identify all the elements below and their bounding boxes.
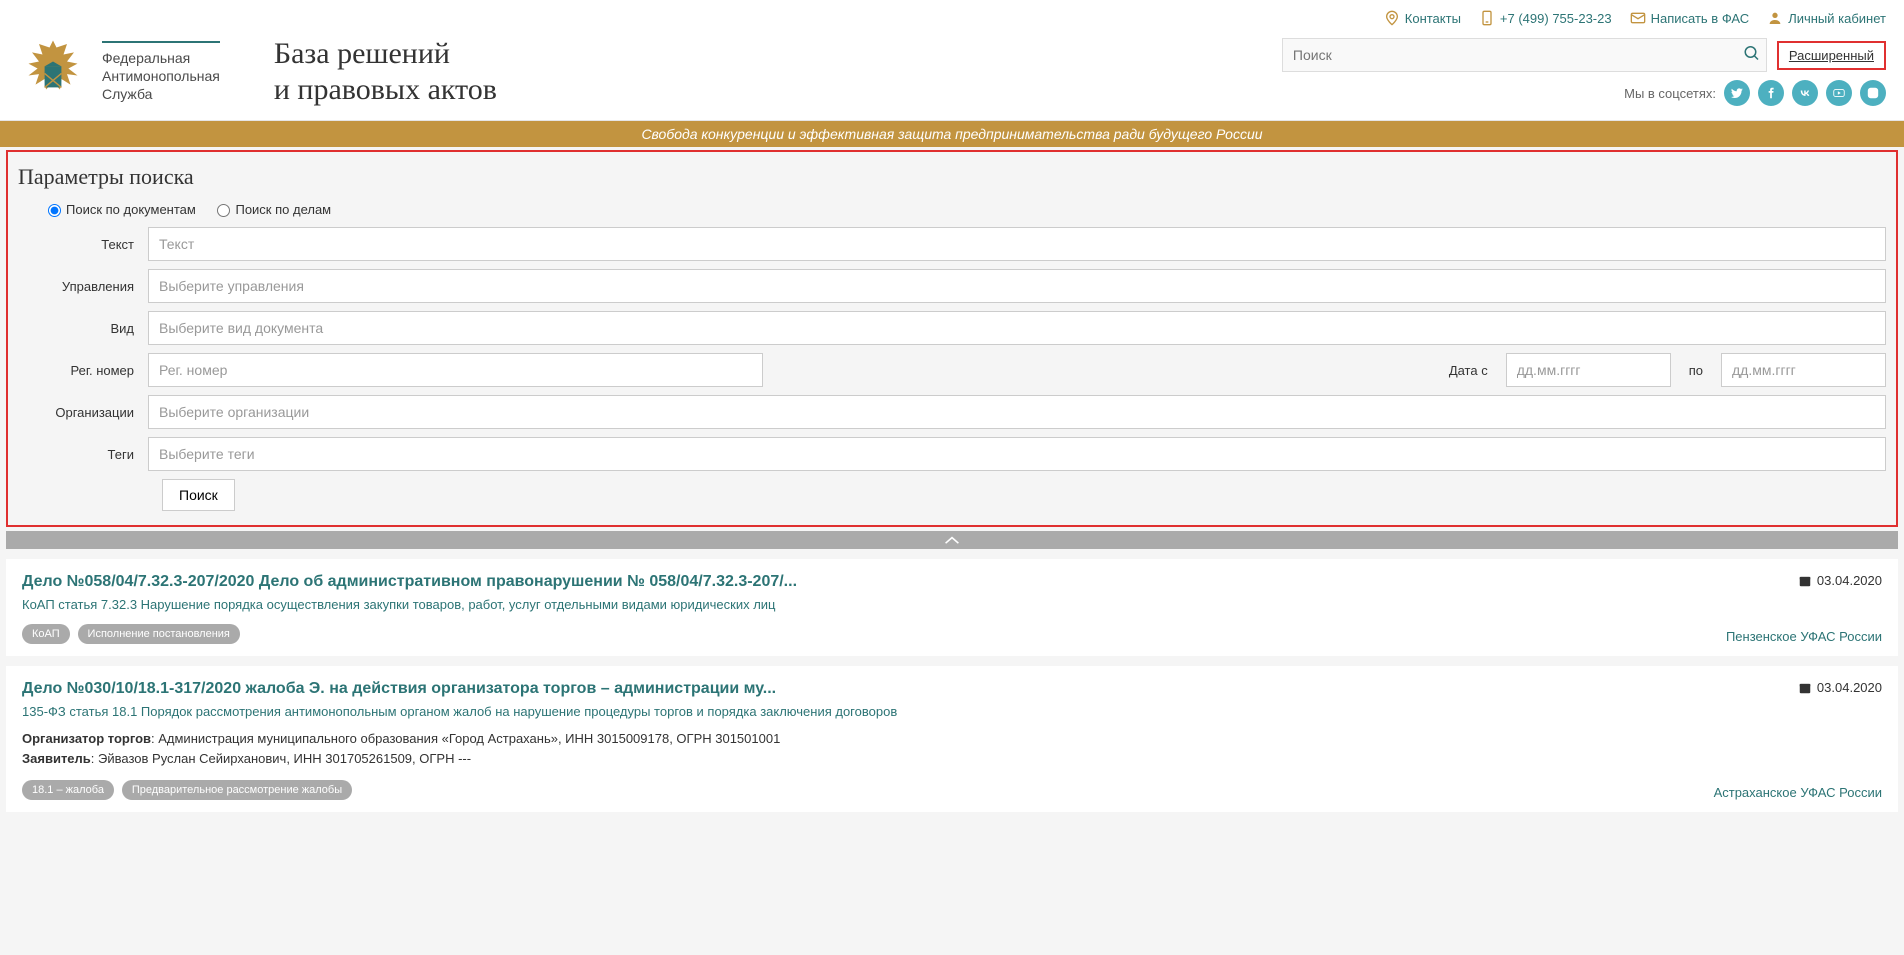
logo-text: Федеральная Антимонопольная Служба — [102, 41, 220, 104]
result-tag: 18.1 – жалоба — [22, 780, 114, 800]
search-input[interactable] — [1282, 38, 1767, 72]
facebook-icon[interactable] — [1758, 80, 1784, 106]
radio-cases[interactable]: Поиск по делам — [217, 202, 331, 217]
input-tags[interactable] — [148, 437, 1886, 471]
phone-icon — [1479, 10, 1495, 26]
label-reg: Рег. номер — [18, 363, 148, 378]
ufas-link[interactable]: Астраханское УФАС России — [1714, 785, 1882, 800]
pin-icon — [1384, 10, 1400, 26]
vk-icon[interactable] — [1792, 80, 1818, 106]
contacts-label: Контакты — [1405, 11, 1461, 26]
result-org-info: Организатор торгов: Администрация муници… — [22, 729, 1882, 768]
params-title: Параметры поиска — [18, 164, 1886, 190]
input-type[interactable] — [148, 311, 1886, 345]
result-date: 03.04.2020 — [1798, 680, 1882, 695]
twitter-icon[interactable] — [1724, 80, 1750, 106]
user-icon — [1767, 10, 1783, 26]
result-title[interactable]: Дело №030/10/18.1-317/2020 жалоба Э. на … — [22, 680, 1882, 698]
instagram-icon[interactable] — [1860, 80, 1886, 106]
input-orgs[interactable] — [148, 395, 1886, 429]
input-reg[interactable] — [148, 353, 763, 387]
phone-label: +7 (499) 755-23-23 — [1500, 11, 1612, 26]
advanced-search-link[interactable]: Расширенный — [1777, 41, 1886, 70]
label-tags: Теги — [18, 447, 148, 462]
cabinet-label: Личный кабинет — [1788, 11, 1886, 26]
params-search-button[interactable]: Поиск — [162, 479, 235, 511]
result-subtitle[interactable]: КоАП статья 7.32.3 Нарушение порядка осу… — [22, 597, 1882, 612]
collapse-bar[interactable] — [6, 531, 1898, 549]
result-tag: Предварительное рассмотрение жалобы — [122, 780, 352, 800]
label-depts: Управления — [18, 279, 148, 294]
logo-area[interactable]: Федеральная Антимонопольная Служба База … — [18, 36, 497, 108]
input-text[interactable] — [148, 227, 1886, 261]
result-item: Дело №058/04/7.32.3-207/2020 Дело об адм… — [6, 559, 1898, 656]
chevron-up-icon — [944, 535, 960, 545]
result-date: 03.04.2020 — [1798, 573, 1882, 588]
label-text: Текст — [18, 237, 148, 252]
label-date-to: по — [1671, 363, 1721, 378]
result-item: Дело №030/10/18.1-317/2020 жалоба Э. на … — [6, 666, 1898, 812]
calendar-icon — [1798, 681, 1812, 695]
calendar-icon — [1798, 574, 1812, 588]
input-date-to[interactable] — [1721, 353, 1886, 387]
emblem-icon — [18, 37, 88, 107]
label-date-from: Дата с — [1431, 363, 1506, 378]
label-type: Вид — [18, 321, 148, 336]
write-link[interactable]: Написать в ФАС — [1630, 10, 1750, 26]
result-title[interactable]: Дело №058/04/7.32.3-207/2020 Дело об адм… — [22, 573, 1882, 591]
search-button[interactable] — [1743, 45, 1761, 66]
label-orgs: Организации — [18, 405, 148, 420]
write-label: Написать в ФАС — [1651, 11, 1750, 26]
phone-link[interactable]: +7 (499) 755-23-23 — [1479, 10, 1612, 26]
contacts-link[interactable]: Контакты — [1384, 10, 1461, 26]
result-subtitle[interactable]: 135-ФЗ статья 18.1 Порядок рассмотрения … — [22, 704, 1882, 719]
input-depts[interactable] — [148, 269, 1886, 303]
input-date-from[interactable] — [1506, 353, 1671, 387]
youtube-icon[interactable] — [1826, 80, 1852, 106]
radio-docs[interactable]: Поиск по документам — [48, 202, 196, 217]
result-tag: Исполнение постановления — [78, 624, 240, 644]
search-params-panel: Параметры поиска Поиск по документам Пои… — [6, 150, 1898, 527]
cabinet-link[interactable]: Личный кабинет — [1767, 10, 1886, 26]
socials-label: Мы в соцсетях: — [1624, 86, 1716, 101]
banner-slogan: Свобода конкуренции и эффективная защита… — [0, 121, 1904, 147]
mail-icon — [1630, 10, 1646, 26]
search-icon — [1743, 45, 1761, 63]
result-tag: КоАП — [22, 624, 70, 644]
site-title: База решений и правовых актов — [274, 36, 497, 108]
ufas-link[interactable]: Пензенское УФАС России — [1726, 629, 1882, 644]
